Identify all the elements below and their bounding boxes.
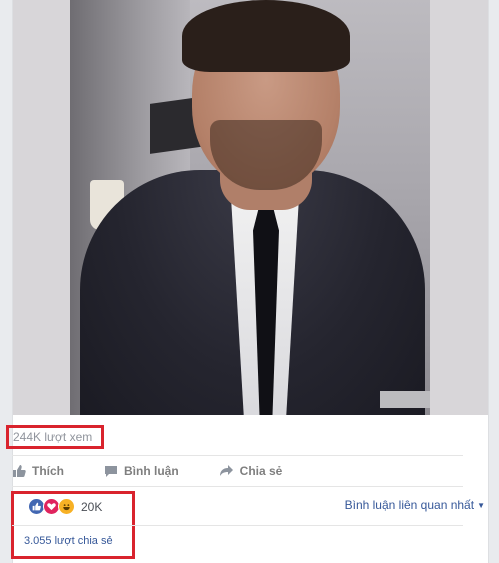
comment-button[interactable]: Bình luận [104,464,179,478]
reactions-summary[interactable]: 20K [12,498,102,515]
thumbs-up-icon [13,465,26,477]
divider [12,455,463,456]
comment-sort-dropdown[interactable]: Bình luận liên quan nhất ▼ [345,498,485,512]
video-caption-bar [380,391,430,408]
video-player[interactable] [13,0,488,415]
comment-icon [105,466,117,477]
like-label: Thích [32,464,64,478]
share-count[interactable]: 3.055 lượt chia sẻ [24,535,113,547]
action-bar: Thích Bình luận Chia sẻ [12,458,463,484]
share-button[interactable]: Chia sẻ [219,464,283,478]
divider [12,486,463,487]
share-label: Chia sẻ [239,464,283,478]
comment-sort-label: Bình luận liên quan nhất [344,498,475,512]
divider [12,525,463,526]
comment-label: Bình luận [124,464,179,478]
haha-icon [58,498,75,515]
person-hair [182,0,350,72]
share-arrow-icon [219,465,233,476]
video-frame[interactable] [70,0,430,415]
reaction-count[interactable]: 20K [81,500,102,514]
like-button[interactable]: Thích [12,464,64,478]
view-count: 244K lượt xem [6,425,104,449]
caret-down-icon: ▼ [477,500,485,510]
